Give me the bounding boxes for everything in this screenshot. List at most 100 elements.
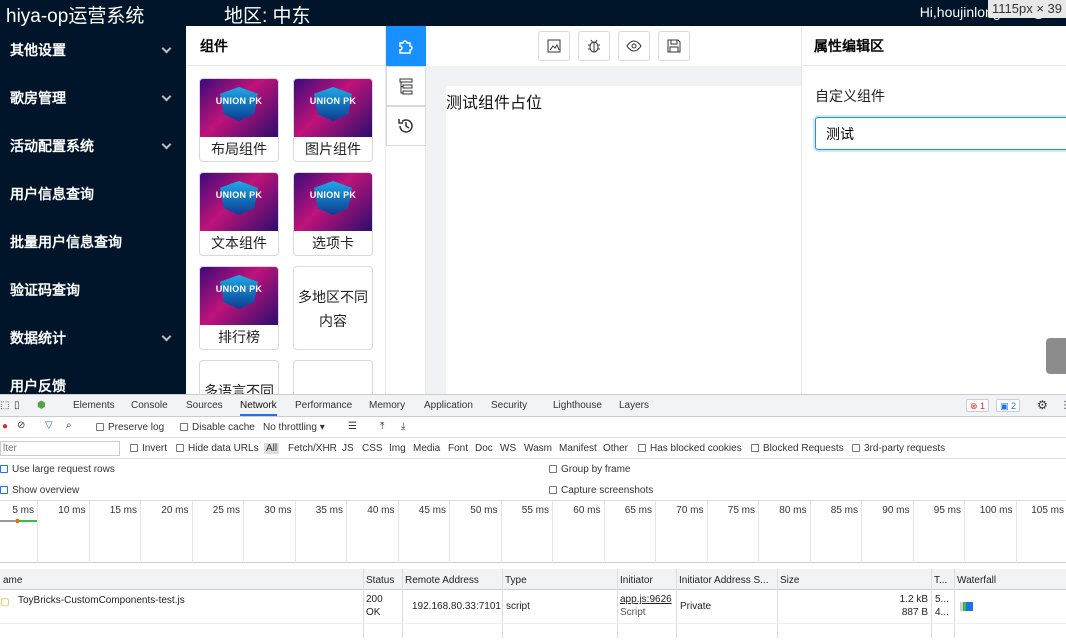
preserve-log-checkbox[interactable]: Preserve log <box>96 422 164 433</box>
network-conditions-icon[interactable]: ☰ <box>348 421 357 432</box>
export-icon[interactable]: ⤓ <box>401 421 405 432</box>
column-header[interactable]: Initiator <box>620 575 653 586</box>
more-menu-icon[interactable]: ⋮ <box>1060 400 1066 411</box>
bug-icon[interactable] <box>577 31 610 61</box>
sidebar-item[interactable]: 歌房管理 <box>0 74 186 122</box>
devtools-tab[interactable]: Sources <box>186 400 223 411</box>
request-initiator[interactable]: app.js:9626 <box>620 594 672 605</box>
component-card[interactable]: 多语言不同 <box>199 360 279 394</box>
tree-icon[interactable] <box>386 66 426 106</box>
type-filter[interactable]: Wasm <box>524 443 552 454</box>
type-filter[interactable]: Fetch/XHR <box>288 443 337 454</box>
column-header[interactable]: Type <box>505 575 527 586</box>
type-filter[interactable]: Manifest <box>559 443 597 454</box>
clear-icon[interactable]: ⊘ <box>17 420 25 431</box>
timeline-tick: 50 ms <box>470 501 502 563</box>
filter-bar: Invert Hide data URLs Has blocked cookie… <box>0 438 1066 459</box>
disable-cache-checkbox[interactable]: Disable cache <box>180 422 255 433</box>
devtools-tab[interactable]: Elements <box>73 400 115 411</box>
puzzle-icon[interactable] <box>386 26 426 66</box>
save-icon[interactable] <box>657 31 690 61</box>
component-card[interactable]: UNION PK 选项卡 <box>293 172 373 256</box>
devtools-tab[interactable]: Application <box>424 400 473 411</box>
message-count-badge[interactable]: ▣ 2 <box>996 399 1021 412</box>
settings-gear-icon[interactable]: ⚙ <box>1037 398 1048 412</box>
image-edit-icon[interactable] <box>537 31 570 61</box>
show-overview-checkbox[interactable]: Show overview <box>0 485 79 496</box>
device-toggle-icon[interactable]: ▯ <box>14 400 20 411</box>
sidebar-item[interactable]: 其他设置 <box>0 26 186 74</box>
chevron-down-icon <box>161 43 172 53</box>
filter-input[interactable] <box>0 441 120 456</box>
column-header[interactable]: Remote Address <box>405 575 479 586</box>
component-card-label: 选项卡 <box>312 235 354 251</box>
floating-side-button[interactable] <box>1046 338 1066 374</box>
component-card[interactable]: UNION PK 排行榜 <box>199 266 279 350</box>
history-icon[interactable] <box>386 106 426 146</box>
component-card[interactable]: UNION PK 文本组件 <box>199 172 279 256</box>
import-icon[interactable]: ⤒ <box>380 421 384 432</box>
type-filter[interactable]: JS <box>342 443 354 454</box>
type-filter[interactable]: Other <box>603 443 628 454</box>
sidebar-item[interactable]: 用户信息查询 <box>0 170 186 218</box>
cursor-select-icon[interactable]: ⬚ <box>0 400 9 411</box>
thumbnail-logo-text: UNION PK <box>215 96 263 106</box>
blocked-cookies-checkbox[interactable]: Has blocked cookies <box>638 443 742 454</box>
component-card[interactable]: UNION PK 图片组件 <box>293 78 373 162</box>
third-party-checkbox[interactable]: 3rd-party requests <box>852 443 945 454</box>
devtools-tab[interactable]: Layers <box>619 400 649 411</box>
column-header[interactable]: ame <box>3 575 22 586</box>
custom-component-input[interactable] <box>815 117 1066 150</box>
error-count-badge[interactable]: ⊗ 1 <box>966 399 990 412</box>
devtools-tab-bar: ⬚ ▯ ⬢ ⊗ 1 ▣ 2 ⚙ ⋮ Elements Console Sources… <box>0 395 1066 417</box>
devtools-tab[interactable]: Lighthouse <box>553 400 602 411</box>
type-filter[interactable]: CSS <box>362 443 383 454</box>
hide-data-urls-checkbox[interactable]: Hide data URLs <box>176 443 259 454</box>
table-row[interactable]: ▢ ToyBricks-CustomComponents-test.js 200… <box>0 591 1066 624</box>
timeline-tick-label: 85 ms <box>830 505 858 516</box>
type-filter[interactable]: WS <box>500 443 516 454</box>
group-by-frame-checkbox[interactable]: Group by frame <box>549 464 630 475</box>
type-filter[interactable]: All <box>264 443 280 454</box>
type-filter[interactable]: Img <box>389 443 406 454</box>
component-card[interactable]: 多地区不同内容 <box>293 266 373 350</box>
type-filter[interactable]: Media <box>413 443 440 454</box>
invert-checkbox[interactable]: Invert <box>130 443 167 454</box>
capture-screenshots-checkbox[interactable]: Capture screenshots <box>549 485 653 496</box>
vue-devtools-icon[interactable]: ⬢ <box>37 400 46 411</box>
record-icon[interactable]: ● <box>2 421 8 432</box>
devtools-tab[interactable]: Security <box>491 400 527 411</box>
column-header[interactable]: Size <box>780 575 799 586</box>
search-icon[interactable]: ⌕ <box>66 420 72 431</box>
test-component-placeholder[interactable]: 测试组件占位 <box>446 89 542 113</box>
devtools-tab[interactable]: Network <box>240 400 277 416</box>
type-filter[interactable]: Doc <box>475 443 493 454</box>
request-name[interactable]: ToyBricks-CustomComponents-test.js <box>18 595 185 606</box>
column-header[interactable]: T... <box>934 575 947 586</box>
component-card[interactable]: UNION PK 布局组件 <box>199 78 279 162</box>
devtools-tab[interactable]: Console <box>131 400 168 411</box>
type-filter[interactable]: Font <box>448 443 468 454</box>
column-header[interactable]: Status <box>366 575 394 586</box>
sidebar-item[interactable]: 批量用户信息查询 <box>0 218 186 266</box>
component-card[interactable] <box>293 360 373 394</box>
sidebar-item[interactable]: 用户反馈 <box>0 362 186 394</box>
request-type: script <box>506 601 530 612</box>
sidebar-item[interactable]: 活动配置系统 <box>0 122 186 170</box>
request-size-resource: 887 B <box>901 607 928 618</box>
column-header[interactable]: Waterfall <box>957 575 996 586</box>
sidebar-item[interactable]: 验证码查询 <box>0 266 186 314</box>
network-overview-timeline[interactable]: 5 ms 10 ms 15 ms 20 ms 25 ms 30 ms 35 ms 40 ms 4… <box>0 501 1066 563</box>
devtools-tab[interactable]: Performance <box>295 400 352 411</box>
blocked-requests-checkbox[interactable]: Blocked Requests <box>751 443 844 454</box>
timeline-tick: 95 ms <box>934 501 965 563</box>
property-panel-title: 属性编辑区 <box>802 26 1066 66</box>
throttling-select[interactable]: No throttling ▾ <box>263 422 325 433</box>
devtools-tab[interactable]: Memory <box>369 400 405 411</box>
timeline-bar-script <box>18 520 38 522</box>
large-rows-checkbox[interactable]: Use large request rows <box>0 464 115 475</box>
preview-icon[interactable] <box>617 31 650 61</box>
sidebar-item[interactable]: 数据统计 <box>0 314 186 362</box>
column-header[interactable]: Initiator Address S... <box>679 575 769 586</box>
filter-icon[interactable]: ▽ <box>45 420 53 431</box>
